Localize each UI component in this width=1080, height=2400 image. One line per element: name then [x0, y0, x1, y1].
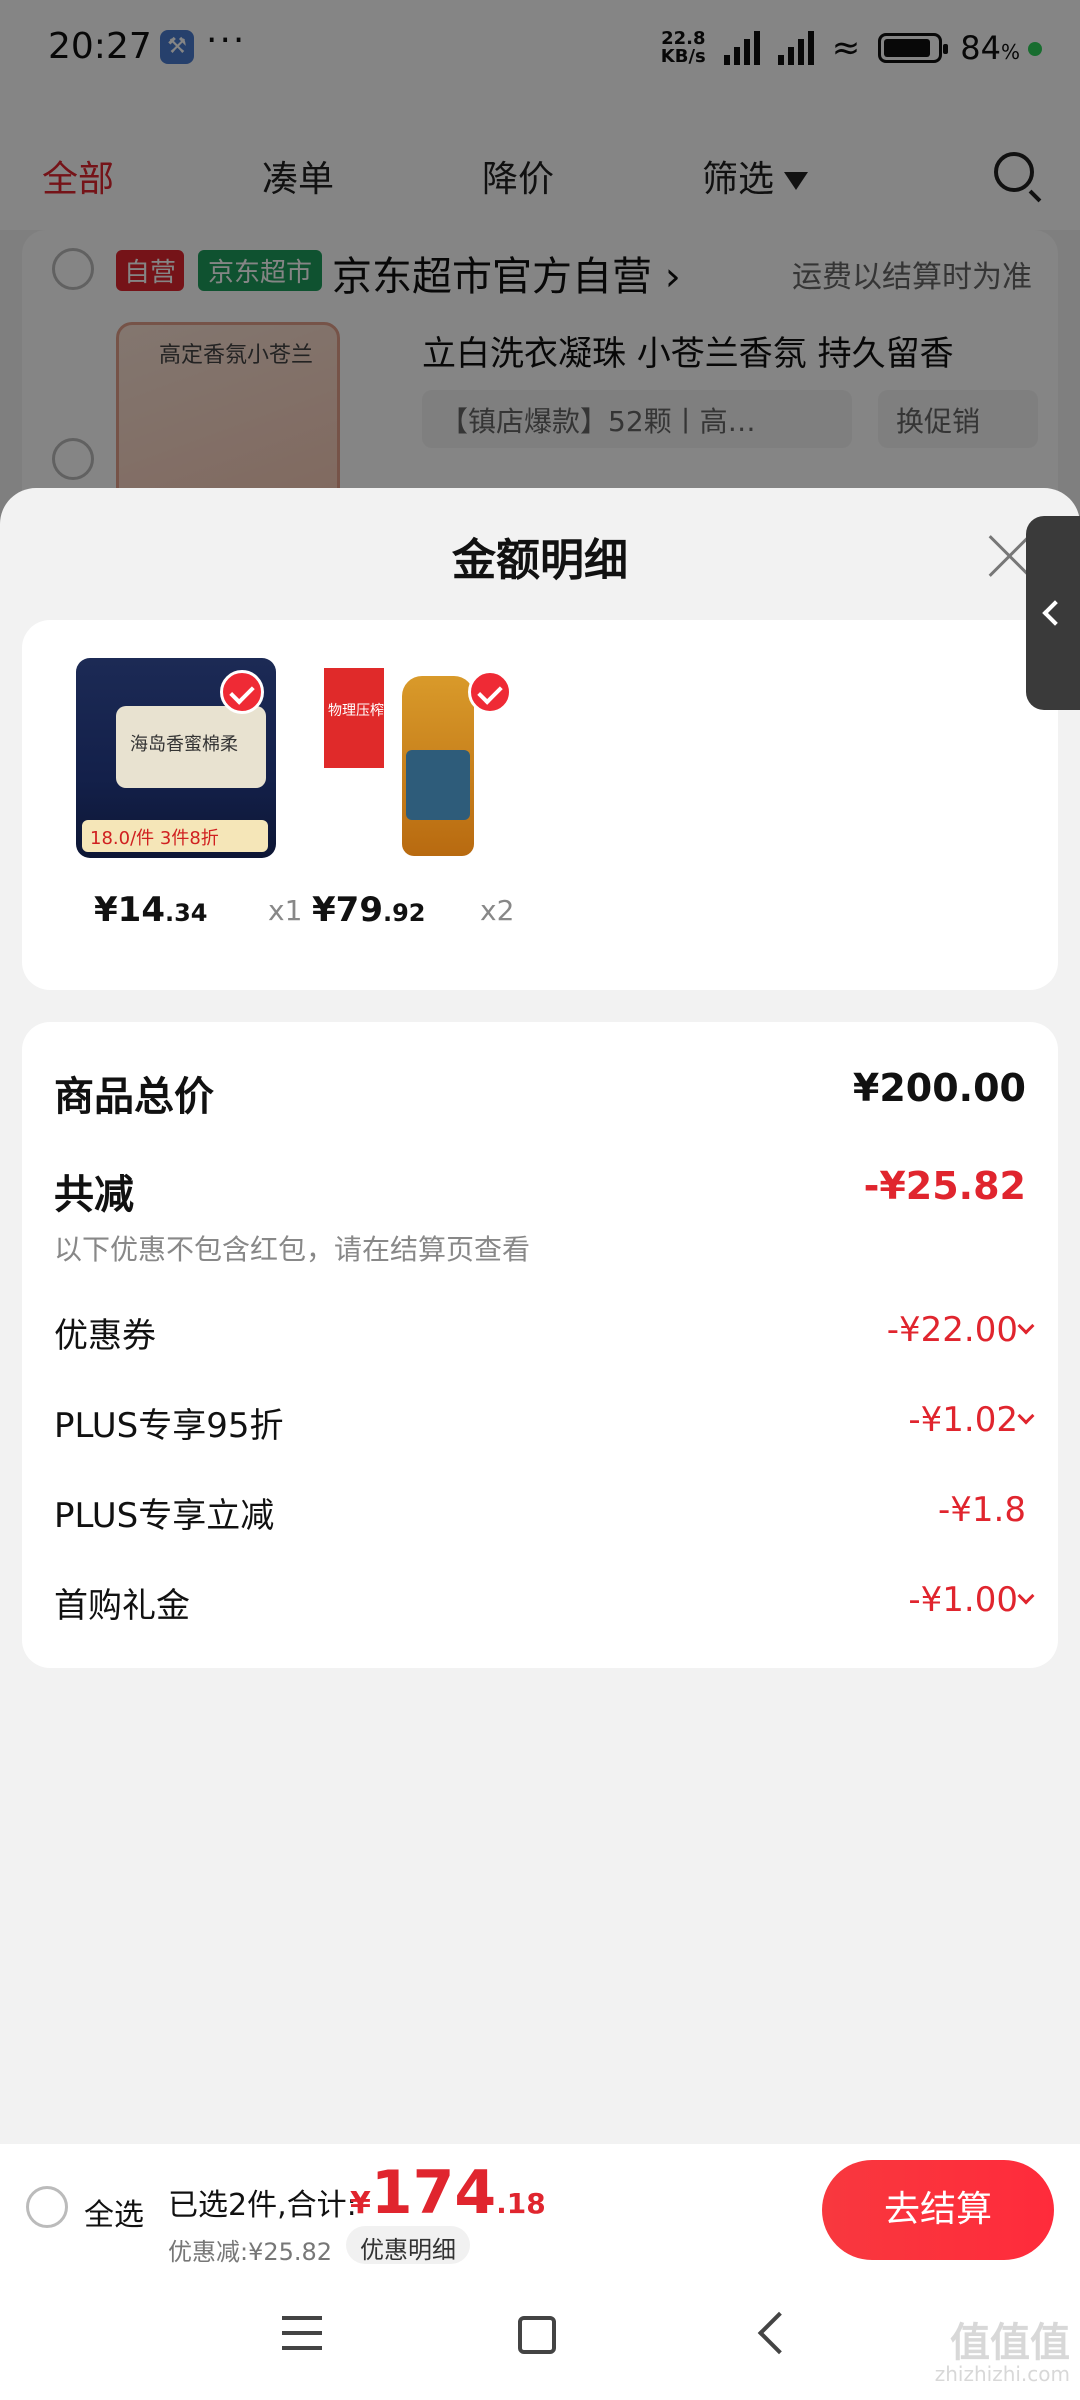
- total-price-value: ¥200.00: [852, 1066, 1026, 1110]
- checkout-bar: 全选 已选2件,合计: ¥174.18 优惠减:¥25.82 优惠明细 去结算: [0, 2144, 1080, 2274]
- item-price-int: ¥14: [94, 890, 165, 930]
- checkout-button[interactable]: 去结算: [822, 2160, 1054, 2260]
- item-price-dec: .34: [164, 899, 208, 927]
- discount-label: 首购礼金: [54, 1586, 190, 1626]
- selected-item[interactable]: 海岛香蜜棉柔 18.0/件 3件8折 ¥14.34 x1: [44, 658, 302, 958]
- side-drawer-handle[interactable]: [1026, 516, 1080, 710]
- total-reduction-label: 共减: [54, 1172, 134, 1218]
- selected-items-card: 海岛香蜜棉柔 18.0/件 3件8折 ¥14.34 x1 物理压榨 ¥79.92…: [22, 620, 1058, 990]
- item-price-int: ¥79: [312, 890, 383, 930]
- watermark-url: zhizhizhi.com: [934, 2362, 1070, 2386]
- discount-label: PLUS专享立减: [54, 1496, 275, 1536]
- item-price: ¥79.92: [312, 890, 426, 930]
- product-image-text: 物理压榨: [328, 703, 384, 719]
- back-icon[interactable]: [757, 2311, 801, 2355]
- item-price: ¥14.34: [94, 890, 208, 930]
- select-all-label[interactable]: 全选: [84, 2190, 144, 2234]
- select-all-radio[interactable]: [26, 2186, 68, 2228]
- discount-label: 优惠券: [54, 1316, 156, 1356]
- chevron-down-icon: [1017, 1587, 1035, 1605]
- total-price-label: 商品总价: [54, 1074, 214, 1120]
- discount-value: -¥1.8: [938, 1490, 1026, 1530]
- product-image-text: 海岛香蜜棉柔: [130, 734, 238, 755]
- product-image-banner: 18.0/件 3件8折: [82, 820, 268, 852]
- chevron-down-icon: [1017, 1407, 1035, 1425]
- discount-note: 以下优惠不包含红包，请在结算页查看: [54, 1233, 531, 1266]
- home-icon[interactable]: [518, 2316, 556, 2354]
- item-quantity: x2: [480, 894, 515, 927]
- selected-item[interactable]: 物理压榨 ¥79.92 x2: [280, 658, 514, 958]
- selected-count-label: 已选2件,合计:: [168, 2188, 357, 2223]
- sheet-title: 金额明细: [452, 535, 628, 586]
- amount-detail-sheet: 金额明细 海岛香蜜棉柔 18.0/件 3件8折 ¥14.34 x1 物理压榨 ¥…: [0, 488, 1080, 2268]
- checkout-total: ¥174.18: [350, 2158, 546, 2228]
- price-summary-card: 商品总价 ¥200.00 共减 -¥25.82 以下优惠不包含红包，请在结算页查…: [22, 1022, 1058, 1668]
- item-price-dec: .92: [382, 899, 426, 927]
- watermark-logo: 值值值: [950, 2320, 1070, 2366]
- discount-detail-button[interactable]: 优惠明细: [346, 2226, 470, 2264]
- total-decimal: .18: [496, 2187, 546, 2220]
- checked-icon: [220, 670, 264, 714]
- chevron-down-icon: [1017, 1317, 1035, 1335]
- discount-value: -¥22.00: [886, 1310, 1018, 1350]
- menu-icon[interactable]: [282, 2316, 322, 2352]
- checked-icon: [468, 670, 512, 714]
- discount-label: PLUS专享95折: [54, 1406, 284, 1446]
- total-reduction-value: -¥25.82: [863, 1164, 1026, 1208]
- system-navigation-bar: [0, 2274, 1080, 2400]
- total-integer: 174: [370, 2158, 497, 2228]
- discount-summary: 优惠减:¥25.82: [168, 2238, 333, 2266]
- currency-symbol: ¥: [350, 2186, 371, 2221]
- discount-value: -¥1.02: [908, 1400, 1018, 1440]
- discount-value: -¥1.00: [908, 1580, 1018, 1620]
